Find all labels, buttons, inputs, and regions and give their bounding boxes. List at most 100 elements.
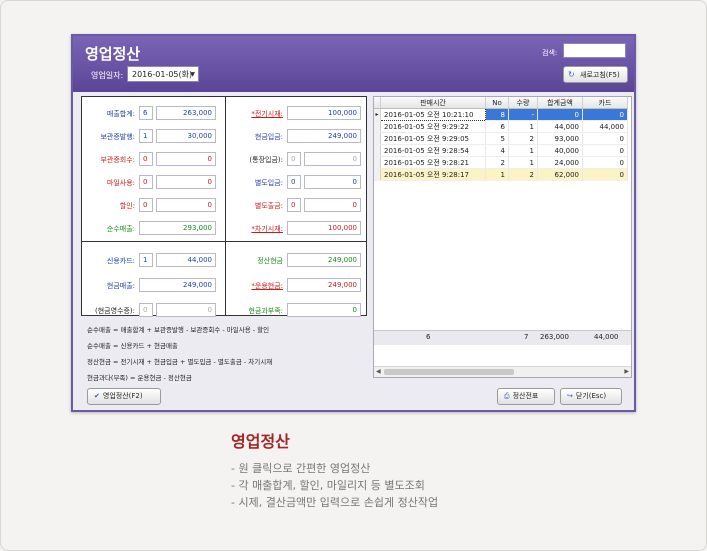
sales-total-label: 매출합계: [106, 110, 135, 118]
cash-sales-label: 현금매출: [106, 282, 135, 290]
sales-grid: 판매시간 No 수량 합계금액 카드 ▸ 2016-01-05 오전 10:21:… [373, 96, 632, 378]
settle-button[interactable]: ✔ 영업정산(F2) [87, 388, 161, 405]
caption-title: 영업정산 [231, 432, 290, 451]
cell-time: 2016-01-05 오전 9:28:21 [380, 156, 486, 169]
cash-diff-label: 현금과부족: [248, 307, 283, 315]
cash-diff-amount: 0 [287, 303, 361, 317]
column-header-total[interactable]: 합계금액 [537, 97, 583, 109]
receivable-label: 부관증회수: [100, 156, 135, 164]
net-sales-label: 순수매출: [106, 225, 135, 233]
extra-out-count[interactable]: 0 [287, 198, 301, 212]
extra-in-label: 별도입금: [254, 179, 283, 187]
discount-amount[interactable]: 0 [156, 198, 216, 212]
caption-item: - 각 매출합계, 할인, 마일리지 등 별도조회 [231, 479, 425, 492]
table-row[interactable]: 2016-01-05 오전 9:28:21 2 1 24,000 0 [374, 156, 628, 169]
cell-time: 2016-01-05 오전 9:28:54 [380, 144, 486, 157]
next-cash-amount[interactable]: 100,000 [287, 221, 361, 235]
refund-label: 보관증발행: [100, 133, 135, 141]
table-row[interactable]: ▸ 2016-01-05 오전 10:21:10 8-0 0 [374, 108, 628, 121]
summary-qty: 7 [524, 333, 529, 341]
settlement-panel: 매출합계: 6 263,000 보관증발행: 1 30,000 부관증회수: 0… [81, 96, 367, 317]
column-header-card[interactable]: 카드 [582, 97, 628, 109]
cell-card: 0 [582, 144, 628, 157]
printer-icon: ⎙ [504, 392, 510, 400]
slip-button[interactable]: ⎙ 정산전표 [497, 388, 555, 405]
check-icon: ✔ [94, 392, 100, 400]
summary-row: 6 7 263,000 44,000 [374, 330, 631, 345]
settle-button-label: 영업정산(F2) [102, 392, 143, 400]
prev-cash-amount[interactable]: 100,000 [287, 106, 361, 120]
sales-total-amount[interactable]: 263,000 [156, 106, 216, 120]
net-sales-amount: 293,000 [139, 221, 216, 235]
cell-qty: - [508, 108, 538, 121]
column-header-qty[interactable]: 수량 [508, 97, 538, 109]
search-input[interactable] [563, 43, 626, 58]
extra-in-amount[interactable]: 0 [304, 175, 361, 189]
cash-receipt-count[interactable]: 0 [139, 303, 153, 317]
cell-no: 4 [485, 144, 509, 157]
date-select[interactable]: 2016-01-05(화) ▼ [127, 66, 199, 82]
summary-total: 263,000 [540, 333, 569, 341]
column-header-time[interactable]: 판매시간 [380, 97, 486, 109]
formula-line: 정산현금 = 전기시재 + 현금입금 + 별도입금 - 별도출금 - 차기시재 [87, 358, 273, 366]
caption-item: - 시제, 결산금액만 입력으로 손쉽게 정산작업 [231, 496, 439, 509]
cell-qty: 2 [508, 132, 538, 145]
exchange-in-amount[interactable]: 0 [304, 152, 361, 166]
extra-out-amount[interactable]: 0 [304, 198, 361, 212]
column-header-no[interactable]: No [485, 97, 509, 109]
cell-time: 2016-01-05 오전 9:28:17 [380, 168, 486, 181]
table-row[interactable]: 2016-01-05 오전 9:29:22 6 1 44,000 44,000 [374, 120, 628, 133]
cell-no: 1 [485, 168, 509, 181]
discount-label: 할인: [119, 202, 135, 210]
cell-card: 0 [582, 108, 628, 121]
horizontal-scrollbar[interactable]: ◀ ▶ [374, 366, 631, 377]
table-row[interactable]: 2016-01-05 오전 9:28:54 4 1 40,000 0 [374, 144, 628, 157]
sales-total-count[interactable]: 6 [139, 106, 153, 120]
receivable-amount[interactable]: 0 [156, 152, 216, 166]
card-label: 신용카드: [106, 257, 135, 265]
refresh-button-label: 새로고침(F5) [580, 71, 620, 79]
caption-list: - 원 클릭으로 간편한 영업정산 - 각 매출합계, 할인, 마일리지 등 별… [231, 460, 438, 511]
cell-total: 93,000 [537, 132, 583, 145]
table-row[interactable]: 2016-01-05 오전 9:28:17 1 2 62,000 0 [374, 168, 628, 181]
cell-card: 44,000 [582, 120, 628, 133]
cell-total: 0 [537, 108, 583, 121]
settlement-window: 영업정산 영업일자: 2016-01-05(화) ▼ 검색: ↻ 새로고침(F5… [71, 34, 636, 412]
next-cash-label: *차기시재: [251, 225, 283, 233]
refund-count[interactable]: 1 [139, 129, 153, 143]
window-title: 영업정산 [85, 45, 141, 63]
flow-cash-amount[interactable]: 249,000 [287, 278, 361, 292]
refund-amount[interactable]: 30,000 [156, 129, 216, 143]
scroll-left-icon[interactable]: ◀ [376, 368, 381, 375]
cell-no: 6 [485, 120, 509, 133]
flow-cash-label: *운용현금: [251, 282, 283, 290]
title-bar: 영업정산 영업일자: 2016-01-05(화) ▼ 검색: ↻ 새로고침(F5… [73, 36, 634, 92]
discount-count[interactable]: 0 [139, 198, 153, 212]
mileage-amount[interactable]: 0 [156, 175, 216, 189]
summary-count: 6 [426, 333, 431, 341]
card-amount[interactable]: 44,000 [156, 253, 216, 267]
formula-line: 순수매출 = 신용카드 + 현금매출 [87, 342, 178, 350]
panel-divider-horizontal [82, 241, 366, 242]
date-label: 영업일자: [91, 71, 124, 80]
scroll-thumb[interactable] [384, 369, 514, 375]
scroll-right-icon[interactable]: ▶ [624, 368, 629, 375]
cash-receipt-amount[interactable]: 0 [156, 303, 216, 317]
extra-in-count[interactable]: 0 [287, 175, 301, 189]
close-button[interactable]: ↪ 닫기(Esc) [560, 388, 622, 405]
mileage-count[interactable]: 0 [139, 175, 153, 189]
table-row[interactable]: 2016-01-05 오전 9:29:05 5 2 93,000 0 [374, 132, 628, 145]
cash-in-amount[interactable]: 249,000 [287, 129, 361, 143]
exchange-in-count[interactable]: 0 [287, 152, 301, 166]
date-value: 2016-01-05(화) [132, 70, 193, 79]
chevron-down-icon: ▼ [190, 71, 195, 78]
cash-sales-amount: 249,000 [139, 278, 216, 292]
cell-total: 44,000 [537, 120, 583, 133]
refresh-icon: ↻ [568, 70, 575, 79]
cell-card: 0 [582, 168, 628, 181]
card-count[interactable]: 1 [139, 253, 153, 267]
cell-qty: 1 [508, 120, 538, 133]
refresh-button[interactable]: ↻ 새로고침(F5) [563, 66, 628, 83]
mileage-label: 마일사용: [106, 179, 135, 187]
receivable-count[interactable]: 0 [139, 152, 153, 166]
